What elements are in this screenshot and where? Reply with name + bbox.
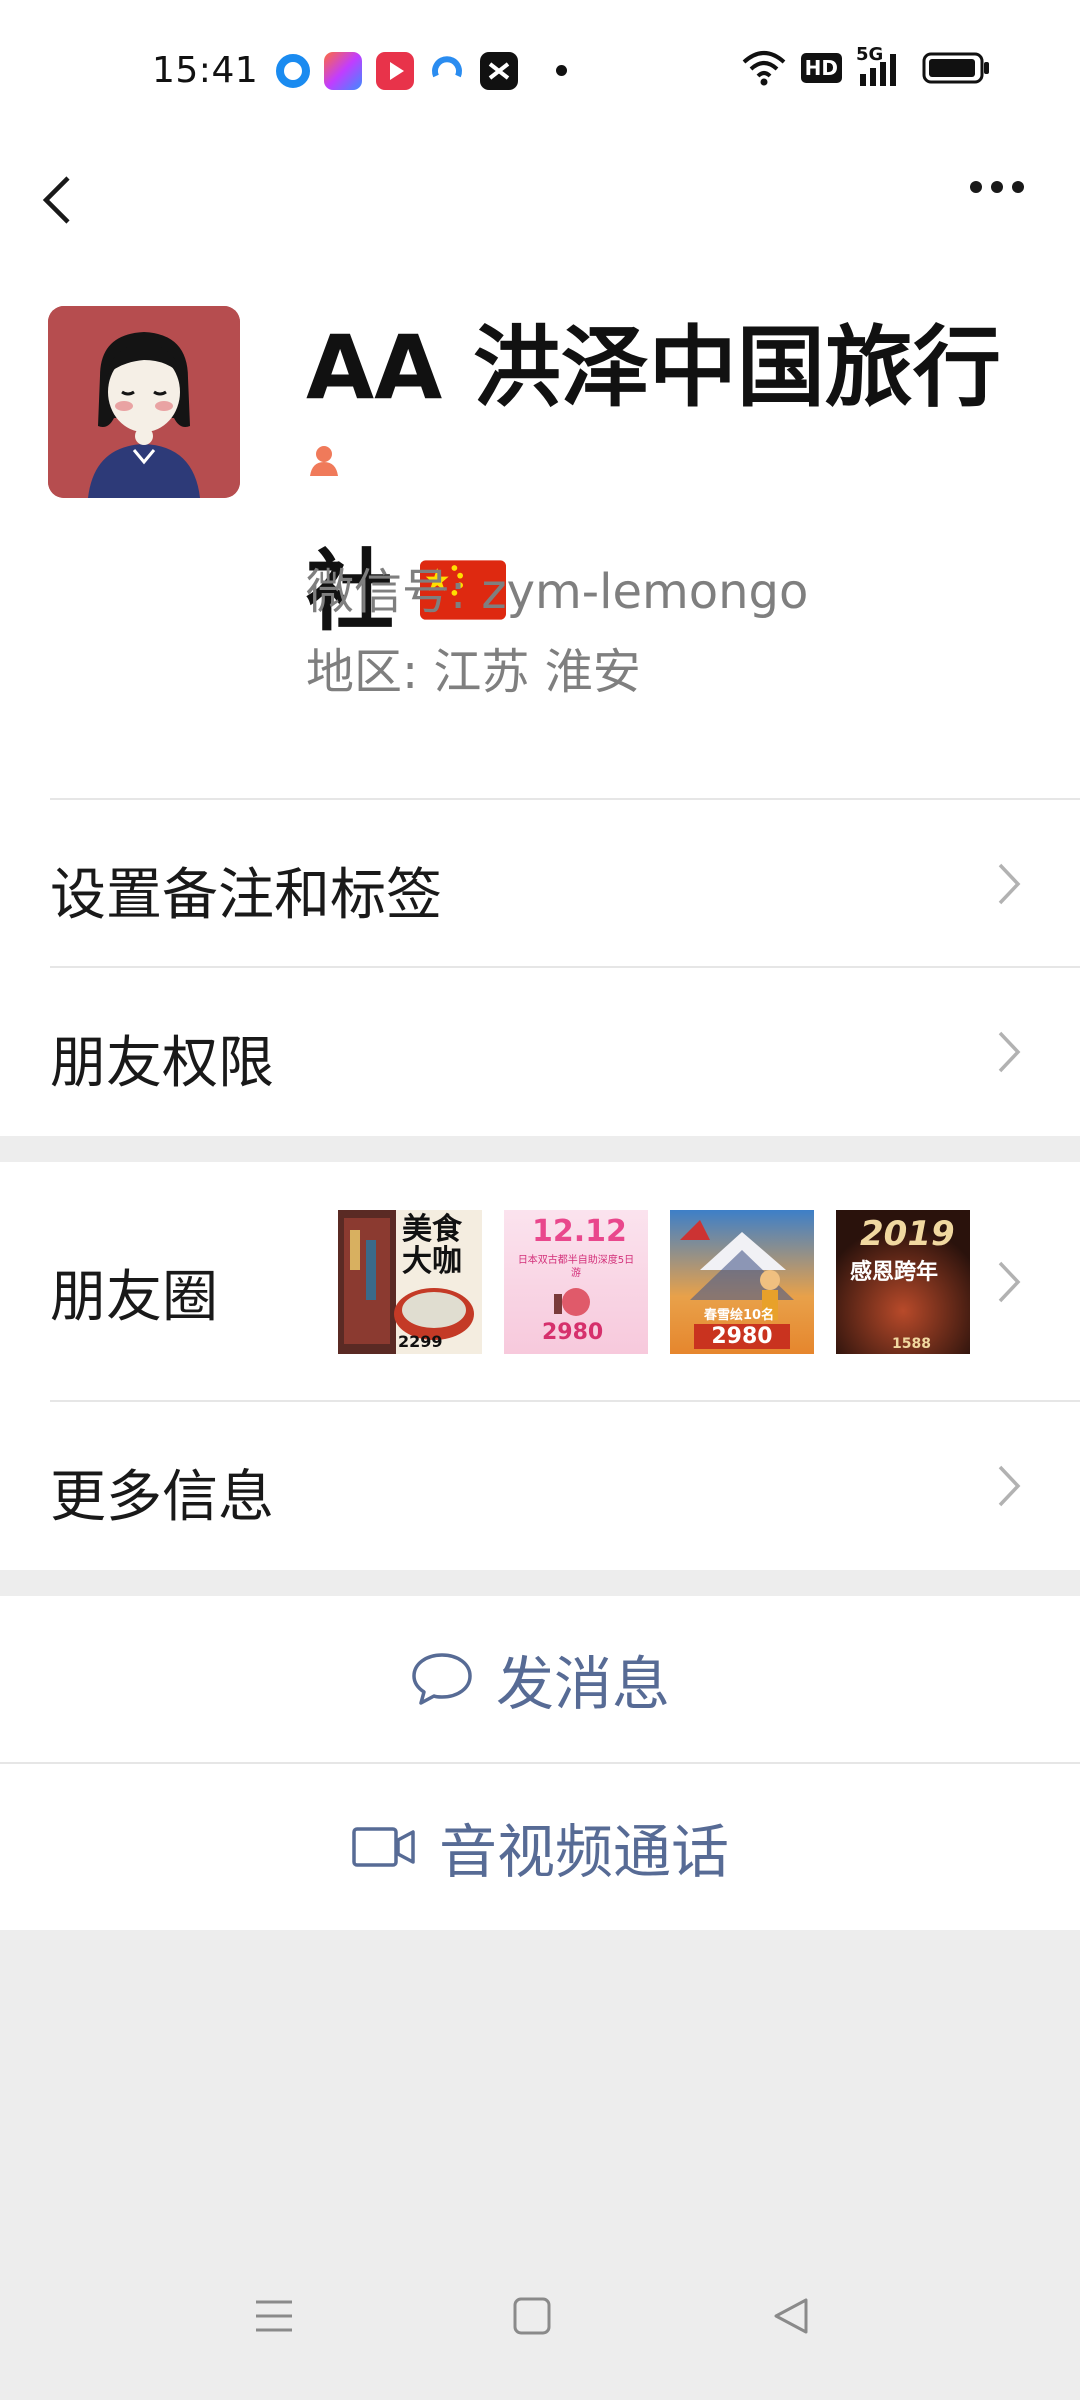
thumb-1-title: 美食大咖 [402,1212,462,1279]
notification-dot-icon [556,65,567,76]
friend-permissions-label: 朋友权限 [50,1031,274,1096]
chevron-right-icon [998,863,1021,905]
thumb-4-title: 2019 [860,1214,955,1254]
browser-app-icon [428,52,466,90]
friend-permissions-row[interactable]: 朋友权限 [0,968,1080,1136]
battery-icon [922,52,989,84]
chevron-left-icon [42,176,70,224]
moments-thumbnails: 美食大咖 2299 12.12 日本双古都半自助深度5日游 2980 春雪绘10… [338,1210,970,1354]
send-message-button[interactable]: 发消息 [0,1596,1080,1762]
top-nav [0,140,1080,260]
more-dots-icon [970,181,1024,193]
system-navigation-bar [0,2280,1080,2400]
send-message-label: 发消息 [495,1650,670,1718]
region: 地区: 江苏 淮安 [306,644,641,700]
moments-row[interactable]: 朋友圈 美食大咖 2299 12.12 日本双古都半自助深度5日游 2980 春… [0,1162,1080,1402]
moments-thumb-1[interactable]: 美食大咖 2299 [338,1210,482,1354]
profile-header: AA 洪泽中国旅行 社 微信号: zym-lemongo 地区: 江苏 淮安 [0,260,1080,800]
shortcut-app-icon [324,52,362,90]
hd-badge: HD [800,53,842,83]
app-notification-icon [276,54,310,88]
thumb-4-price: 1588 [892,1336,931,1352]
video-camera-icon [352,1827,415,1867]
wifi-icon [742,51,785,86]
thumb-2-price: 2980 [542,1320,604,1345]
back-button[interactable] [30,140,110,260]
moments-label: 朋友圈 [50,1265,218,1330]
thumb-3-price: 2980 [694,1324,790,1349]
moments-thumb-4[interactable]: 2019 感恩跨年 1588 [836,1210,970,1354]
status-indicators: HD 5G [741,44,990,86]
remarks-tags-label: 设置备注和标签 [50,863,442,928]
status-time: 15:41 [152,50,259,91]
status-bar: 15:41 HD 5G [0,0,1080,140]
av-call-button[interactable]: 音视频通话 [0,1764,1080,1930]
remarks-tags-row[interactable]: 设置备注和标签 [0,800,1080,968]
female-gender-icon [310,446,338,476]
video-app-icon [376,52,414,90]
status-app-icons [276,52,518,90]
moments-thumb-2[interactable]: 12.12 日本双古都半自助深度5日游 2980 [504,1210,648,1354]
thumb-3-subtitle: 春雪绘10名 [704,1308,775,1323]
chevron-right-icon [998,1465,1021,1507]
thumb-1-price: 2299 [398,1332,443,1351]
capcut-app-icon [480,52,518,90]
home-square-icon[interactable] [510,2294,554,2338]
wechat-id: 微信号: zym-lemongo [306,564,809,620]
profile-info: 微信号: zym-lemongo 地区: 江苏 淮安 [306,552,808,712]
av-call-label: 音视频通话 [438,1818,729,1886]
chat-bubble-icon [412,1653,472,1705]
chevron-right-icon [998,1031,1021,1073]
more-info-row[interactable]: 更多信息 [0,1402,1080,1570]
signal-icon: 5G [856,44,908,86]
menu-lines-icon[interactable] [252,2294,296,2338]
moments-thumb-3[interactable]: 春雪绘10名 2980 [670,1210,814,1354]
avatar-illustration [48,306,240,498]
back-triangle-icon[interactable] [768,2294,812,2338]
more-info-label: 更多信息 [50,1465,274,1530]
more-button[interactable] [960,140,1040,260]
chevron-right-icon [998,1261,1021,1303]
thumb-4-subtitle: 感恩跨年 [850,1260,939,1285]
avatar[interactable] [48,306,240,498]
name-line-1: AA 洪泽中国旅行 [306,316,1001,419]
